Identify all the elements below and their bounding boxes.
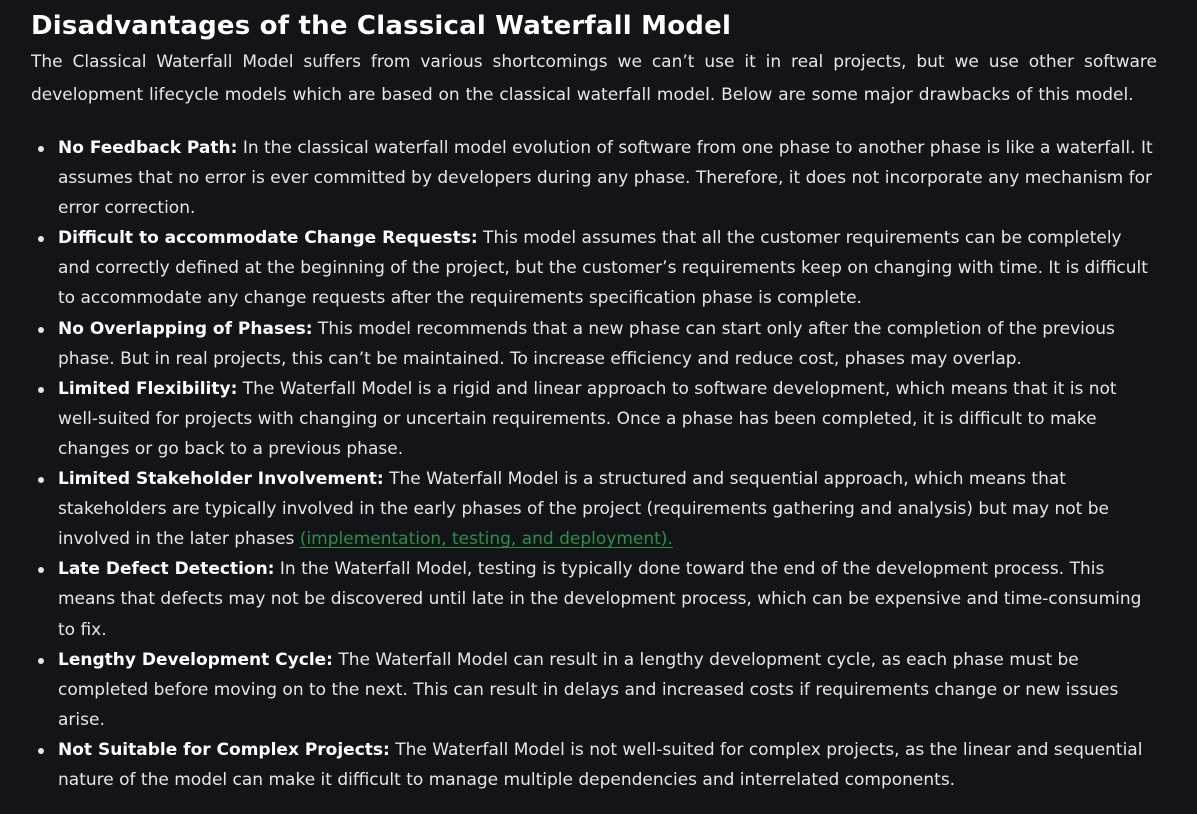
article-content: Disadvantages of the Classical Waterfall…	[0, 0, 1197, 795]
list-item-term: Not Suitable for Complex Projects:	[58, 739, 390, 760]
bullet-icon	[38, 326, 44, 333]
list-item-stakeholder-involvement: Limited Stakeholder Involvement: The Wat…	[38, 464, 1157, 554]
bullet-icon	[38, 747, 44, 754]
bullet-icon	[38, 236, 44, 243]
bullet-icon	[38, 477, 44, 484]
drawbacks-list: No Feedback Path: In the classical water…	[31, 133, 1157, 795]
list-item-term: No Feedback Path:	[58, 138, 238, 158]
list-item-term: Lengthy Development Cycle:	[58, 649, 333, 670]
bullet-icon	[38, 386, 44, 393]
list-item-term: Limited Stakeholder Involvement:	[58, 469, 384, 490]
bullet-icon	[38, 657, 44, 664]
list-item-no-feedback-path: No Feedback Path: In the classical water…	[38, 133, 1157, 223]
list-item-term: Limited Flexibility:	[58, 378, 238, 399]
section-heading: Disadvantages of the Classical Waterfall…	[31, 11, 732, 41]
list-item-limited-flexibility: Limited Flexibility: The Waterfall Model…	[38, 374, 1157, 464]
list-item-term: No Overlapping of Phases:	[58, 318, 313, 339]
bullet-icon	[38, 567, 44, 574]
list-item-late-defect-detection: Late Defect Detection: In the Waterfall …	[38, 554, 1157, 644]
phases-link[interactable]: (implementation, testing, and deployment…	[300, 529, 673, 549]
bullet-icon	[38, 146, 44, 152]
list-item-no-overlapping: No Overlapping of Phases: This model rec…	[38, 314, 1157, 374]
list-item-change-requests: Difficult to accommodate Change Requests…	[38, 223, 1157, 313]
list-item-complex-projects: Not Suitable for Complex Projects: The W…	[38, 735, 1157, 795]
list-item-term: Late Defect Detection:	[58, 559, 275, 580]
intro-paragraph: The Classical Waterfall Model suffers fr…	[31, 52, 1157, 105]
list-item-term: Difficult to accommodate Change Requests…	[58, 228, 478, 249]
list-item-lengthy-cycle: Lengthy Development Cycle: The Waterfall…	[38, 645, 1157, 735]
